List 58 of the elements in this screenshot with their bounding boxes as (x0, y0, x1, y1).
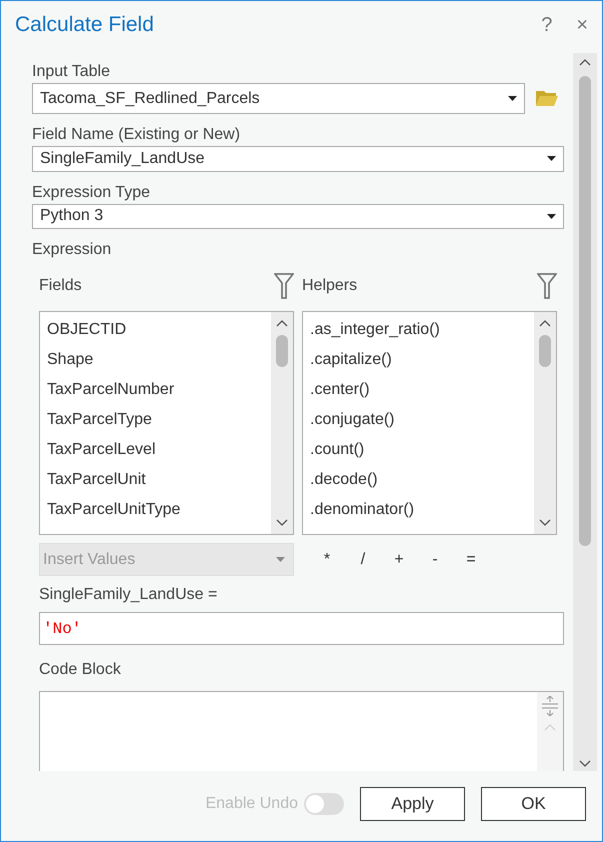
input-table-dropdown[interactable]: Tacoma_SF_Redlined_Parcels (32, 83, 525, 114)
scroll-down-icon[interactable] (539, 519, 551, 526)
operator-button[interactable]: * (312, 550, 342, 568)
expression-type-dropdown[interactable]: Python 3 (32, 204, 564, 229)
dropdown-caret-icon (547, 214, 556, 219)
dropdown-caret-icon (276, 557, 285, 562)
helper-item[interactable]: .conjugate() (310, 405, 534, 435)
scroll-down-icon[interactable] (579, 760, 591, 767)
helper-item[interactable]: .denominator() (310, 495, 534, 525)
scrollbar[interactable] (271, 312, 293, 534)
helper-item[interactable]: .center() (310, 375, 534, 405)
expression-field[interactable]: 'No' (39, 612, 564, 645)
field-item[interactable]: TaxParcelNumber (47, 375, 271, 405)
field-item[interactable]: OBJECTID (47, 315, 271, 345)
enable-undo-label: Enable Undo (205, 795, 298, 813)
helper-item[interactable]: .count() (310, 435, 534, 465)
filter-icon[interactable] (274, 273, 294, 299)
operator-button[interactable]: / (348, 550, 378, 568)
field-item[interactable]: TaxParcelType (47, 405, 271, 435)
code-block-field[interactable] (39, 691, 564, 771)
operator-button[interactable]: + (384, 550, 414, 568)
dropdown-caret-icon (547, 156, 556, 162)
scroll-up-icon[interactable] (539, 320, 551, 327)
scroll-down-icon[interactable] (276, 519, 288, 526)
scroll-thumb[interactable] (276, 335, 288, 367)
helper-item[interactable]: .decode() (310, 465, 534, 495)
help-button[interactable]: ? (541, 14, 552, 36)
expression-target-label: SingleFamily_LandUse = (39, 585, 218, 605)
fields-label: Fields (39, 276, 82, 296)
scroll-up-icon[interactable] (579, 59, 591, 66)
section-label: Expression (32, 240, 112, 260)
scroll-thumb[interactable] (579, 76, 591, 546)
field-label: Expression Type (32, 182, 151, 202)
scrollbar[interactable] (573, 53, 597, 771)
close-button[interactable]: × (576, 14, 588, 36)
code-block-label: Code Block (39, 660, 122, 680)
scroll-thumb[interactable] (539, 335, 551, 367)
scrollbar[interactable] (534, 312, 556, 534)
folder-icon[interactable] (535, 88, 559, 108)
ok-button[interactable]: OK (481, 787, 586, 821)
operator-button[interactable]: - (420, 550, 450, 568)
window-title: Calculate Field (15, 13, 155, 37)
scroll-up-icon[interactable] (276, 320, 288, 327)
resize-icon[interactable] (542, 696, 558, 716)
field-label: Field Name (Existing or New) (32, 125, 242, 145)
field-item[interactable]: Shape (47, 345, 271, 375)
helper-item[interactable]: .as_integer_ratio() (310, 315, 534, 345)
apply-button[interactable]: Apply (360, 787, 465, 821)
field-item[interactable]: TaxParcelUnit (47, 465, 271, 495)
filter-icon[interactable] (537, 273, 557, 299)
field-item[interactable]: TaxParcelLevel (47, 435, 271, 465)
dropdown-caret-icon (508, 96, 517, 101)
field-item[interactable]: TaxParcelUnitType (47, 495, 271, 525)
field-name-dropdown[interactable]: SingleFamily_LandUse (32, 146, 564, 172)
helper-item[interactable]: .capitalize() (310, 345, 534, 375)
operator-button[interactable]: = (456, 550, 486, 568)
helpers-label: Helpers (302, 276, 358, 296)
field-label: Input Table (32, 62, 111, 82)
